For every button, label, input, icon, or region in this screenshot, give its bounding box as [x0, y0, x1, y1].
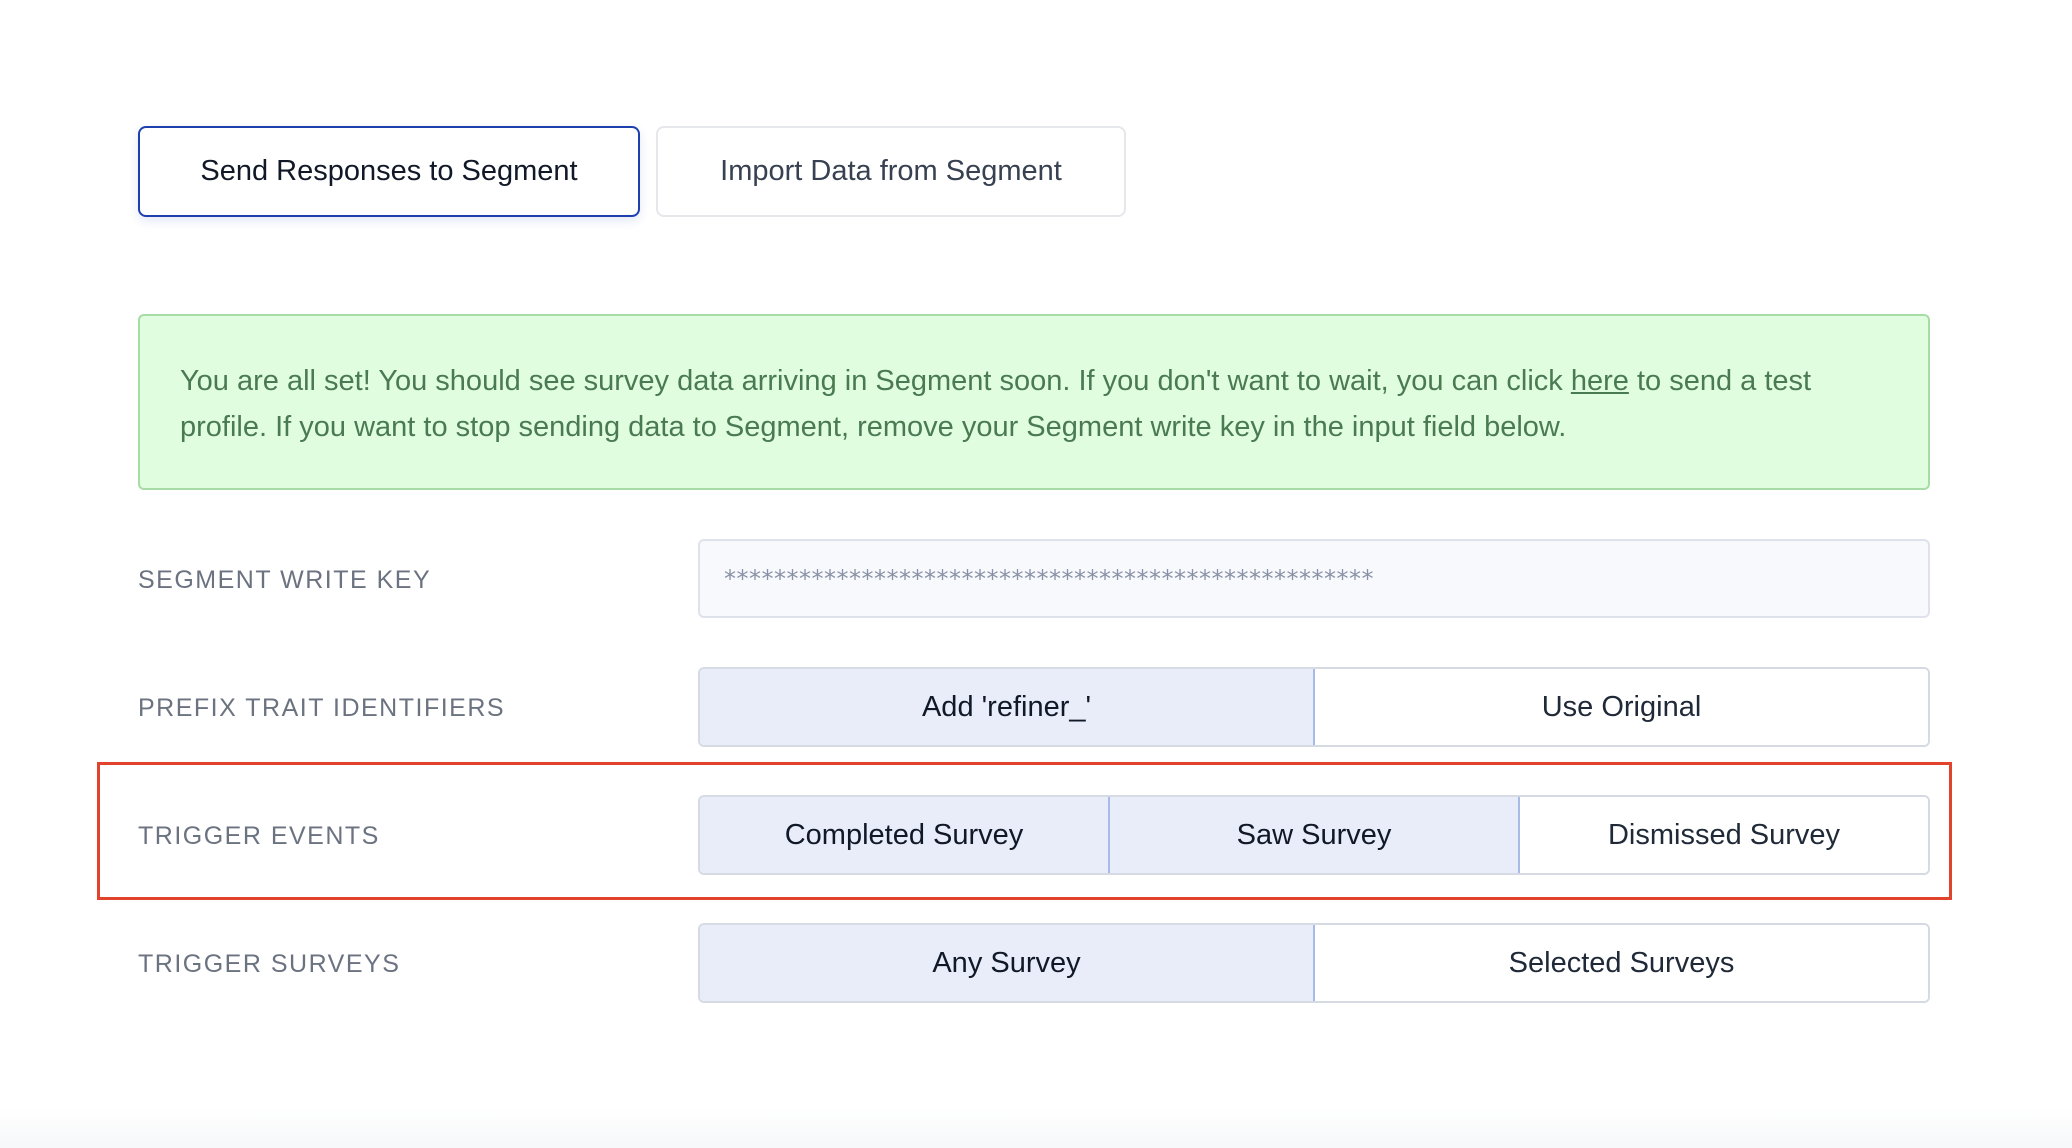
- prefix-option-use-original[interactable]: Use Original: [1315, 669, 1928, 745]
- trigger-surveys-label: TRIGGER SURVEYS: [138, 950, 401, 978]
- segment-integration-page: Send Responses to Segment Import Data fr…: [0, 0, 2072, 1148]
- event-option-dismissed-survey[interactable]: Dismissed Survey: [1520, 797, 1928, 873]
- event-option-completed-survey[interactable]: Completed Survey: [700, 797, 1110, 873]
- prefix-option-add-refiner[interactable]: Add 'refiner_': [700, 669, 1315, 745]
- send-test-profile-link[interactable]: here: [1571, 365, 1629, 397]
- integration-tabs: Send Responses to Segment Import Data fr…: [138, 126, 1126, 217]
- tab-send-responses[interactable]: Send Responses to Segment: [138, 126, 640, 217]
- prefix-traits-toggle: Add 'refiner_' Use Original: [698, 667, 1930, 747]
- event-option-saw-survey[interactable]: Saw Survey: [1110, 797, 1520, 873]
- page-bottom-edge: [0, 1108, 2072, 1148]
- survey-option-selected-surveys[interactable]: Selected Surveys: [1315, 925, 1928, 1001]
- trigger-events-label: TRIGGER EVENTS: [138, 822, 380, 850]
- trigger-events-toggle: Completed Survey Saw Survey Dismissed Su…: [698, 795, 1930, 875]
- success-alert: You are all set! You should see survey d…: [138, 314, 1930, 490]
- write-key-input[interactable]: [698, 539, 1930, 618]
- prefix-traits-label: PREFIX TRAIT IDENTIFIERS: [138, 694, 506, 722]
- write-key-label: SEGMENT WRITE KEY: [138, 566, 432, 594]
- alert-text-start: You are all set! You should see survey d…: [180, 365, 1571, 397]
- tab-import-data[interactable]: Import Data from Segment: [656, 126, 1126, 217]
- survey-option-any-survey[interactable]: Any Survey: [700, 925, 1315, 1001]
- trigger-surveys-toggle: Any Survey Selected Surveys: [698, 923, 1930, 1003]
